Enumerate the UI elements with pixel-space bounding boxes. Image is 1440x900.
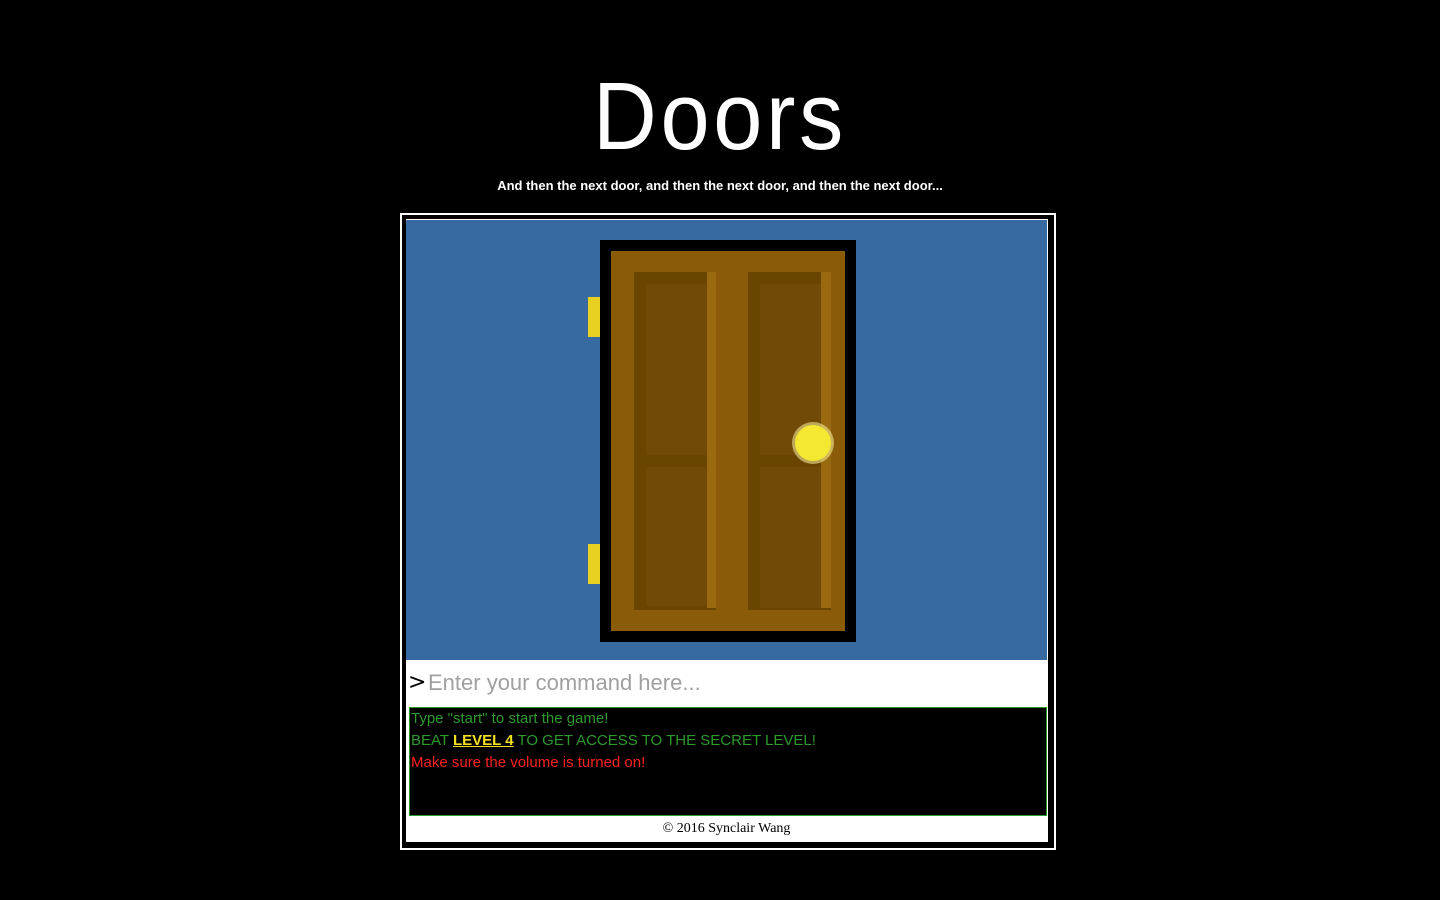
console-line-secret: BEAT LEVEL 4 TO GET ACCESS TO THE SECRET… (410, 730, 1046, 752)
command-input[interactable] (428, 668, 1028, 698)
command-bar: > (406, 662, 1047, 704)
console-line-secret-suffix: TO GET ACCESS TO THE SECRET LEVEL! (513, 732, 816, 749)
hinge-icon (588, 544, 601, 584)
level-4-link[interactable]: LEVEL 4 (453, 732, 514, 749)
page-subtitle: And then the next door, and then the nex… (497, 178, 943, 193)
copyright-footer: © 2016 Synclair Wang (662, 821, 791, 836)
doorknob-icon (795, 425, 831, 461)
console-line-secret-prefix: BEAT (411, 732, 453, 749)
console-line-start: Type "start" to start the game! (411, 710, 609, 727)
hinge-icon (588, 297, 601, 337)
game-console: Type "start" to start the game! BEAT LEV… (409, 707, 1047, 816)
page-title: Doors (592, 63, 847, 170)
prompt-chevron-icon: > (408, 670, 427, 695)
door-scene-canvas (588, 240, 856, 642)
game-scene (406, 220, 1047, 660)
console-line-volume: Make sure the volume is turned on! (411, 754, 646, 771)
